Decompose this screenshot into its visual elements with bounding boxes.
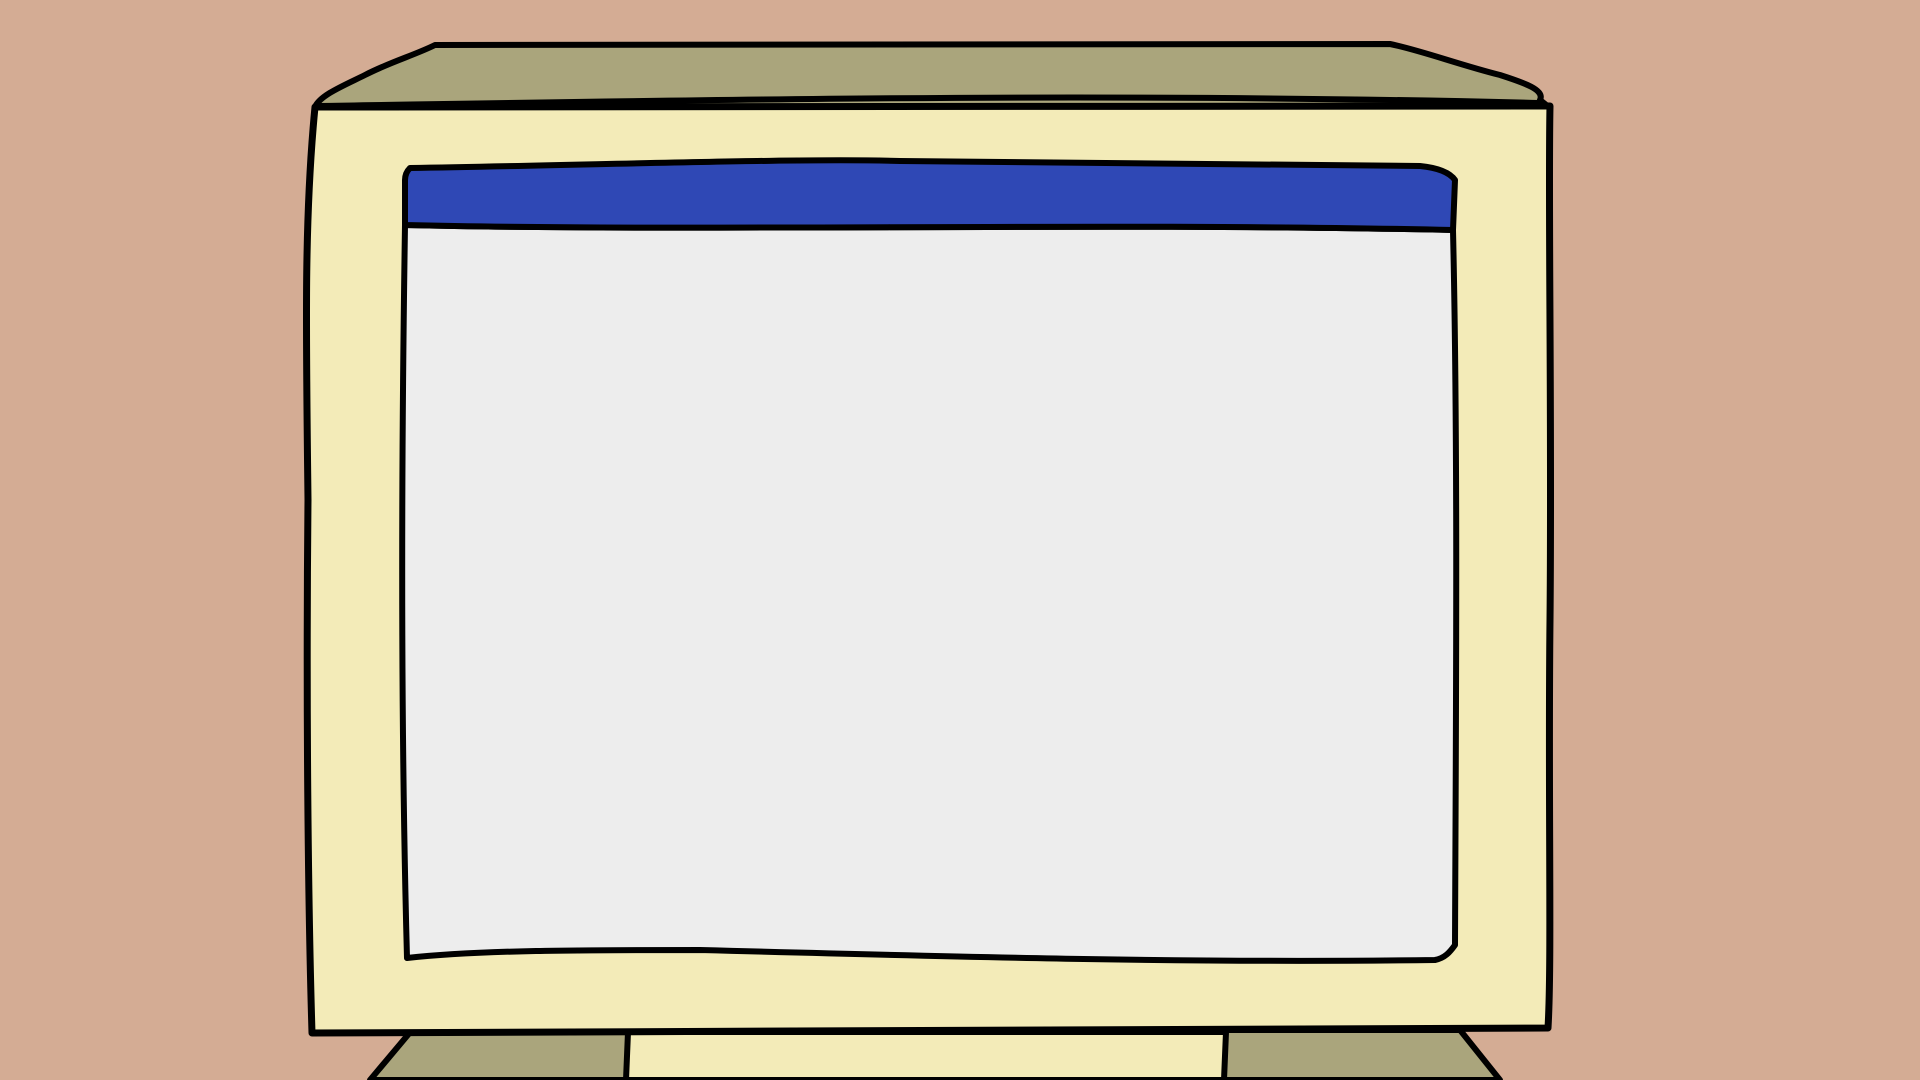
crt-monitor-illustration (0, 0, 1920, 1080)
screen-window-content (399, 222, 1460, 964)
illustration-scene (0, 0, 1920, 1080)
screen-window-titlebar (402, 157, 1458, 233)
monitor-stand-front (623, 1029, 1229, 1080)
